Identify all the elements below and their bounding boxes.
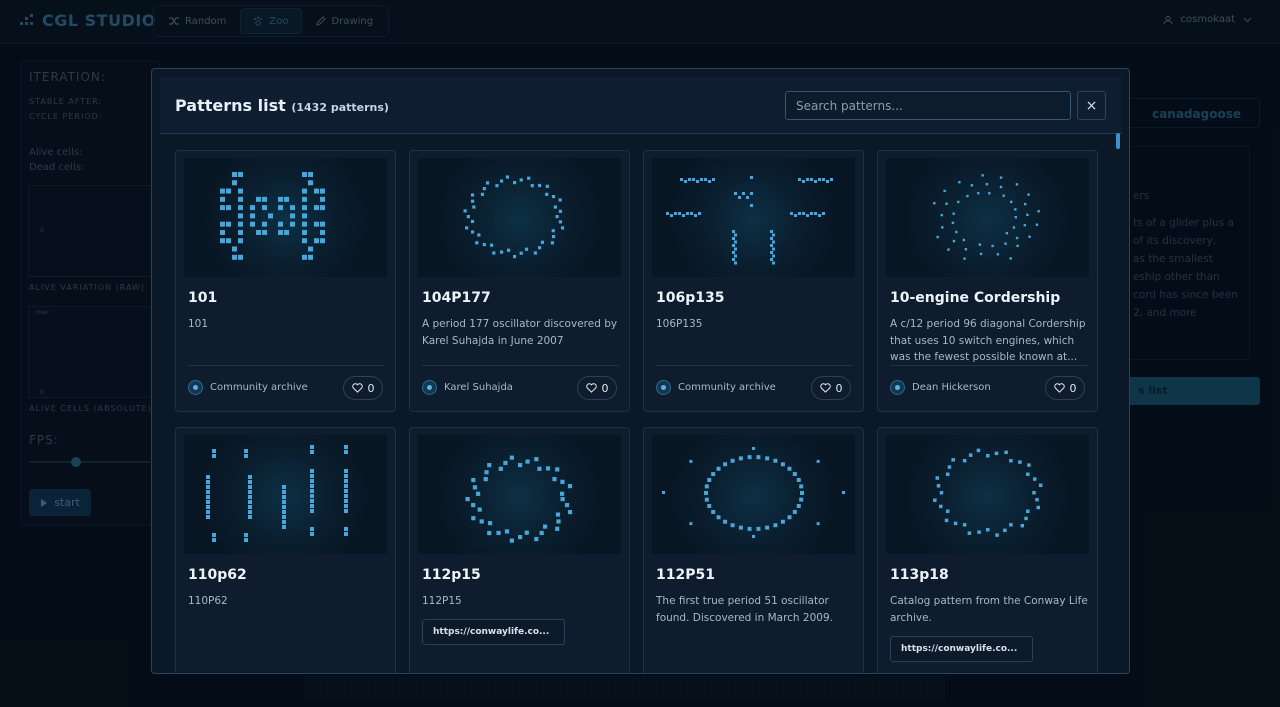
pattern-title: 10-engine Cordership (890, 290, 1061, 306)
pattern-author[interactable]: Dean Hickerson (890, 380, 991, 395)
pattern-title: 110p62 (188, 567, 247, 583)
pattern-thumbnail (886, 158, 1089, 277)
pattern-description: 110P62 (188, 595, 228, 607)
close-button[interactable]: × (1077, 91, 1106, 120)
pattern-count: (1432 patterns) (291, 101, 389, 114)
like-count: 0 (601, 381, 609, 395)
card-divider (422, 365, 619, 366)
card-divider (656, 365, 853, 366)
pattern-thumbnail (886, 435, 1089, 554)
author-name: Community archive (678, 382, 776, 393)
pattern-thumbnail (184, 158, 387, 277)
pattern-title: 112p15 (422, 567, 481, 583)
card-divider (188, 365, 385, 366)
pattern-card[interactable]: 112p15 112P15 https://conwaylife.co... (409, 427, 630, 673)
author-name: Dean Hickerson (912, 382, 991, 393)
pattern-cells (220, 172, 325, 260)
pattern-cells (666, 176, 833, 265)
pattern-description: 106P135 (656, 318, 703, 330)
patterns-modal: Patterns list (1432 patterns) × 101 101 … (151, 68, 1130, 674)
pattern-card[interactable]: 106p135 106P135 Community archive 0 (643, 150, 864, 412)
source-link[interactable]: https://conwaylife.co... (422, 619, 565, 645)
like-button[interactable]: 0 (1045, 376, 1085, 400)
pattern-author[interactable]: Karel Suhajda (422, 380, 513, 395)
search-input[interactable] (785, 91, 1071, 120)
author-avatar-icon (422, 380, 437, 395)
pattern-card[interactable]: 10-engine Cordership A c/12 period 96 di… (877, 150, 1098, 412)
pattern-title: 101 (188, 290, 218, 306)
pattern-author[interactable]: Community archive (656, 380, 776, 395)
author-avatar-icon (188, 380, 203, 395)
pattern-title: 104P177 (422, 290, 491, 306)
pattern-thumbnail (652, 435, 855, 554)
pattern-author[interactable]: Community archive (188, 380, 308, 395)
pattern-card[interactable]: 101 101 Community archive 0 (175, 150, 396, 412)
source-link[interactable]: https://conwaylife.co... (890, 636, 1033, 662)
pattern-card[interactable]: 113p18 Catalog pattern from the Conway L… (877, 427, 1098, 673)
scrollbar-thumb[interactable] (1116, 133, 1120, 149)
modal-title-text: Patterns list (175, 96, 286, 115)
pattern-cells (662, 447, 845, 538)
like-button[interactable]: 0 (811, 376, 851, 400)
patterns-grid: 101 101 Community archive 0 104P177 A pe… (175, 150, 1099, 673)
author-name: Karel Suhajda (444, 382, 513, 393)
card-divider (890, 365, 1087, 366)
close-icon: × (1085, 97, 1098, 114)
pattern-thumbnail (652, 158, 855, 277)
pattern-description: A c/12 period 96 diagonal Cordership tha… (890, 318, 1086, 363)
pattern-description: 112P15 (422, 595, 462, 607)
like-button[interactable]: 0 (343, 376, 383, 400)
like-count: 0 (1069, 381, 1077, 395)
like-count: 0 (367, 381, 375, 395)
pattern-description: A period 177 oscillator discovered by Ka… (422, 318, 618, 347)
pattern-title: 113p18 (890, 567, 949, 583)
pattern-description: The first true period 51 oscillator foun… (656, 595, 833, 624)
heart-icon (585, 383, 597, 393)
heart-icon (1053, 383, 1065, 393)
pattern-title: 112P51 (656, 567, 715, 583)
pattern-description: 101 (188, 318, 209, 330)
modal-title: Patterns list (1432 patterns) (175, 96, 389, 115)
like-count: 0 (835, 381, 843, 395)
pattern-cells (463, 175, 565, 259)
pattern-description: Catalog pattern from the Conway Life arc… (890, 595, 1088, 624)
pattern-cells (206, 445, 348, 542)
pattern-cells (933, 448, 1043, 537)
pattern-cells (933, 174, 1040, 260)
pattern-thumbnail (418, 158, 621, 277)
modal-header: Patterns list (1432 patterns) × (160, 77, 1122, 134)
author-name: Community archive (210, 382, 308, 393)
pattern-card[interactable]: 112P51 The first true period 51 oscillat… (643, 427, 864, 673)
pattern-thumbnail (184, 435, 387, 554)
heart-icon (351, 383, 363, 393)
heart-icon (819, 383, 831, 393)
pattern-card[interactable]: 110p62 110P62 (175, 427, 396, 673)
like-button[interactable]: 0 (577, 376, 617, 400)
pattern-cells (465, 455, 573, 543)
pattern-card[interactable]: 104P177 A period 177 oscillator discover… (409, 150, 630, 412)
author-avatar-icon (890, 380, 905, 395)
pattern-title: 106p135 (656, 290, 725, 306)
author-avatar-icon (656, 380, 671, 395)
pattern-thumbnail (418, 435, 621, 554)
